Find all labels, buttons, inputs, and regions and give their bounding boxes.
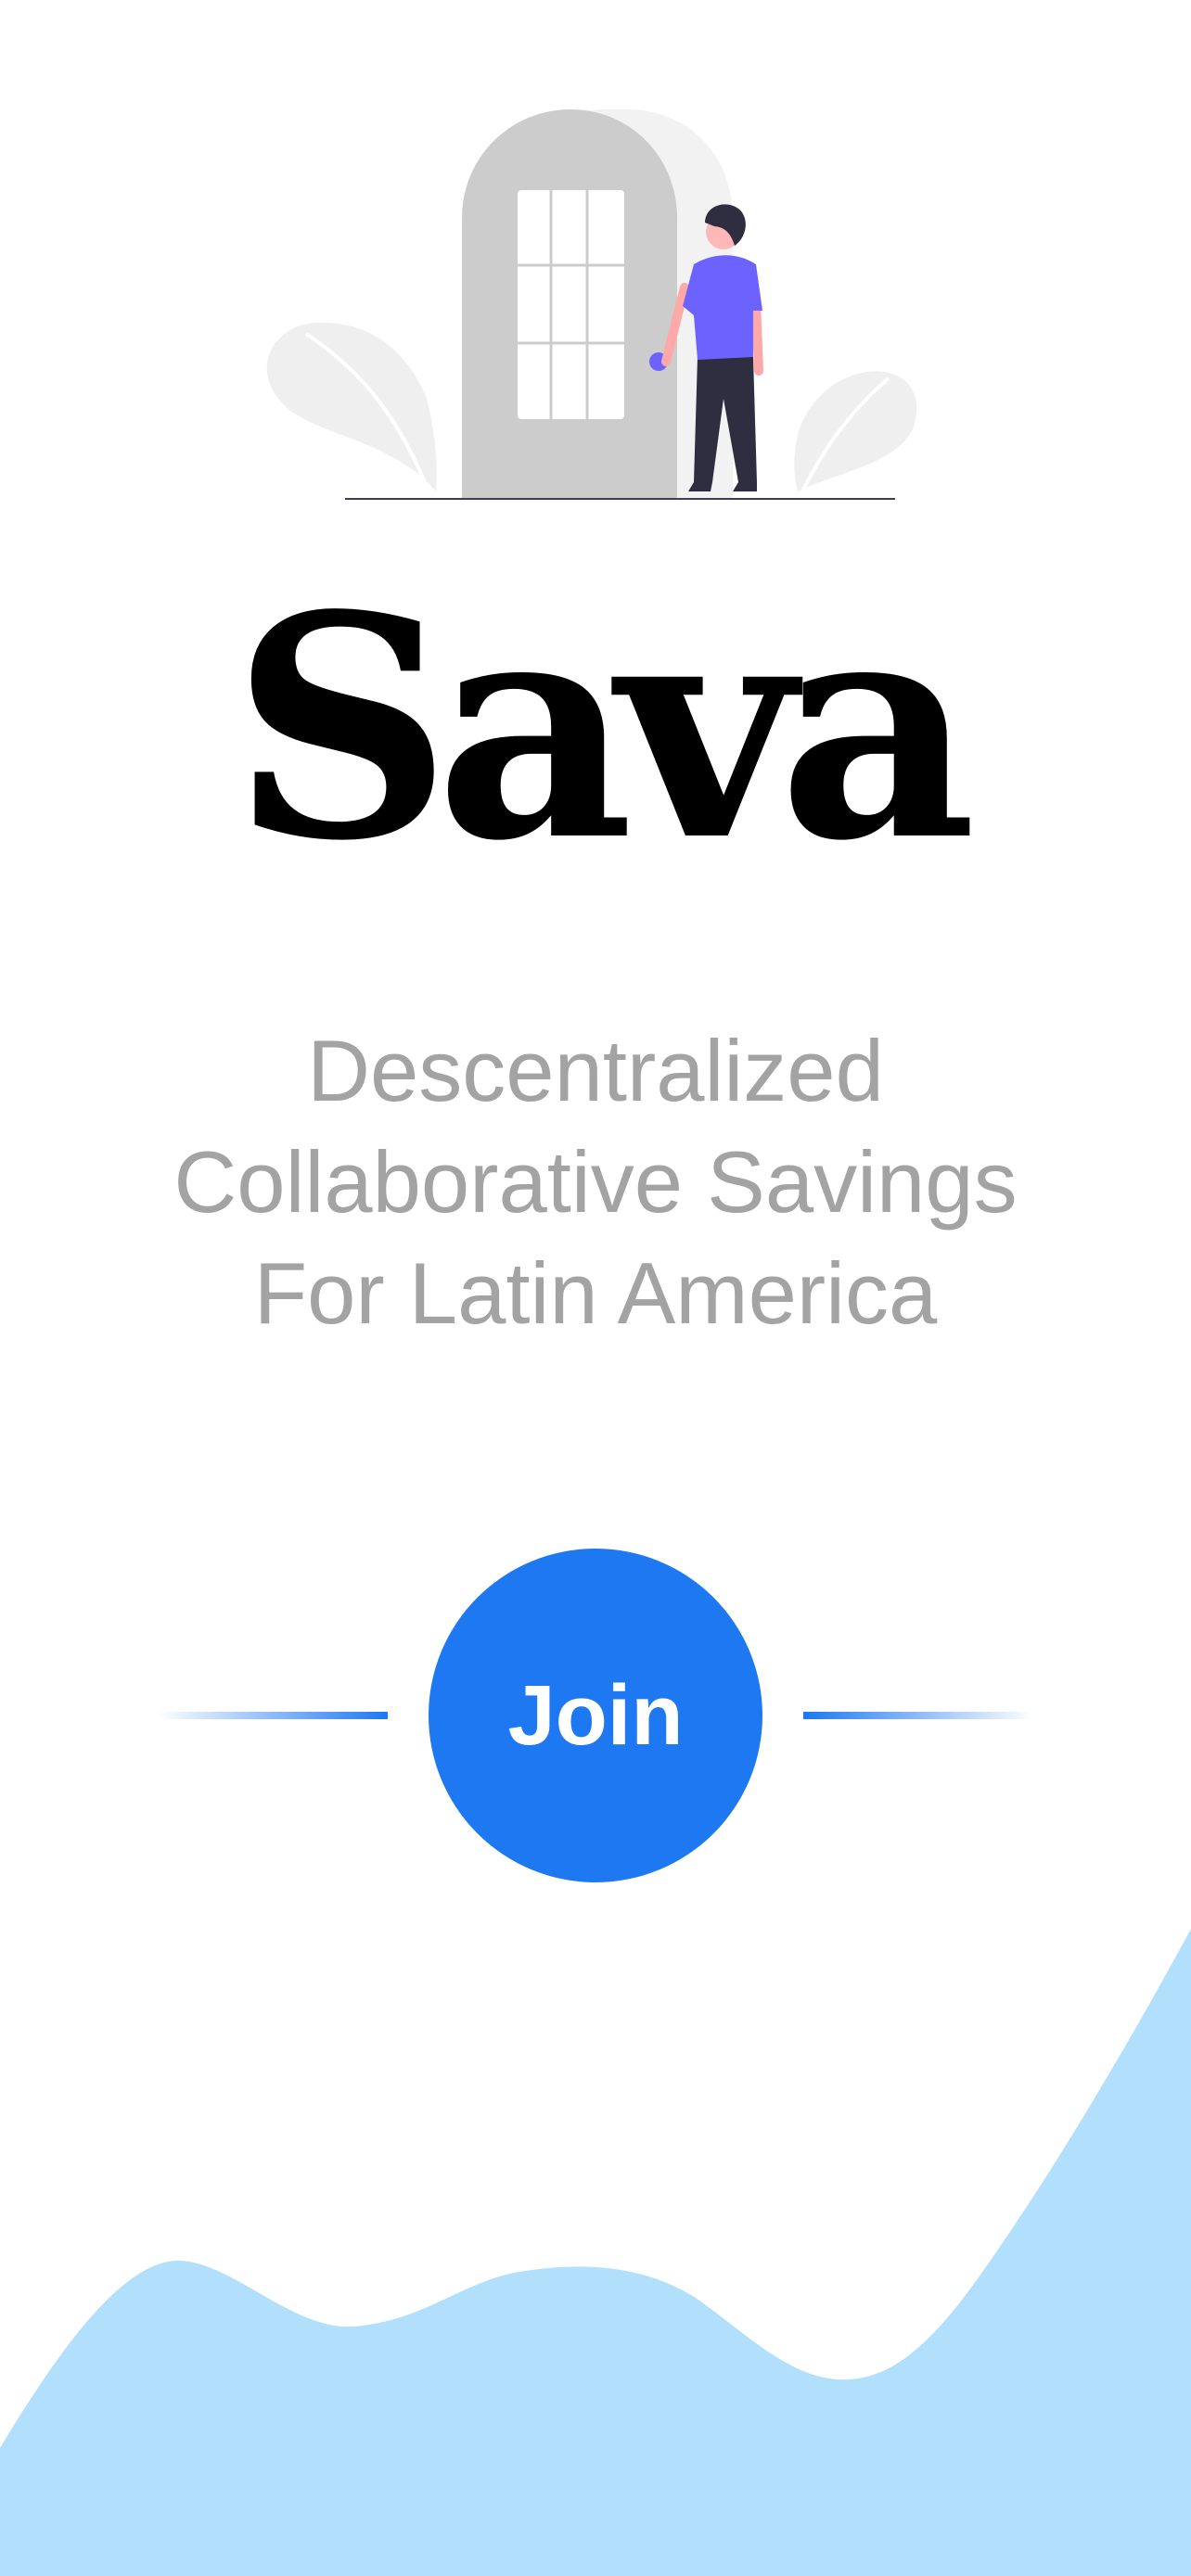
tagline-line-1: Descentralized bbox=[307, 1022, 884, 1119]
join-decor-line-right bbox=[803, 1712, 1033, 1719]
join-button[interactable]: Join bbox=[429, 1549, 762, 1882]
door-icon bbox=[462, 109, 677, 499]
hero-illustration bbox=[266, 109, 917, 500]
tagline-line-2: Collaborative Savings bbox=[173, 1133, 1018, 1231]
brand-wordmark: Sava bbox=[231, 548, 977, 908]
tagline: Descentralized Collaborative Savings For… bbox=[0, 1015, 1191, 1349]
join-button-label: Join bbox=[507, 1667, 684, 1763]
right-plant-icon bbox=[794, 371, 917, 491]
join-decor-line-left bbox=[158, 1712, 388, 1719]
tagline-line-3: For Latin America bbox=[253, 1244, 938, 1342]
bottom-wave-shape bbox=[0, 1929, 1191, 2576]
left-plant-icon bbox=[266, 322, 437, 492]
